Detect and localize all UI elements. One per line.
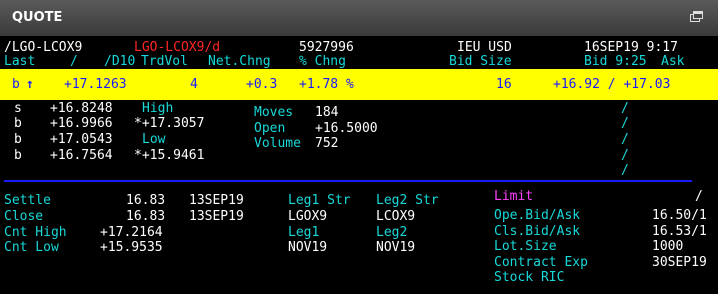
cnt-high-value: +17.2164 xyxy=(100,225,163,240)
bid-ask: +16.92 / +17.03 xyxy=(553,77,671,92)
settle-value: 16.83 xyxy=(126,193,166,208)
trade-price: +16.8248 xyxy=(50,101,113,116)
moves-label: Moves xyxy=(254,105,294,120)
slash-marker: / xyxy=(621,116,629,131)
settle-label: Settle xyxy=(4,193,51,208)
ope-bidask-label: Ope.Bid/Ask xyxy=(494,208,581,223)
limit-label: Limit xyxy=(494,189,534,204)
trade-type: b xyxy=(14,132,22,147)
close-label: Close xyxy=(4,209,44,224)
cnt-low-value: +15.9535 xyxy=(100,240,163,255)
lot-size-value: 1000 xyxy=(652,239,684,254)
trade-type: b xyxy=(14,116,22,131)
leg2-str-label: Leg2 Str xyxy=(376,193,439,208)
high-label: High xyxy=(142,101,174,116)
col-trdvol: TrdVol xyxy=(141,54,188,69)
col-bidtime: Bid 9:25 xyxy=(584,54,647,69)
ric-code: /LGO-LCOX9 xyxy=(4,40,83,55)
leg1-str-label: Leg1 Str xyxy=(288,193,351,208)
last-price: +17.1263 xyxy=(64,77,127,92)
chain-code[interactable]: LGO-LCOX9/d xyxy=(134,40,220,55)
col-last: Last xyxy=(4,54,36,69)
quote-datetime: 16SEP19 9:17 xyxy=(584,40,678,55)
close-date: 13SEP19 xyxy=(189,209,244,224)
lot-size-label: Lot.Size xyxy=(494,239,557,254)
low-label: Low xyxy=(142,132,166,147)
cls-bidask-label: Cls.Bid/Ask xyxy=(494,224,581,239)
col-pctchng: % Chng xyxy=(299,54,346,69)
slash-marker: / xyxy=(621,101,629,116)
high-value: *+17.3057 xyxy=(134,116,205,131)
close-value: 16.83 xyxy=(126,209,166,224)
popout-icon[interactable] xyxy=(690,11,703,22)
trade-price: +16.7564 xyxy=(50,148,113,163)
leg2-label: Leg2 xyxy=(376,225,408,240)
slash-marker: / xyxy=(621,148,629,163)
volume-value: 752 xyxy=(315,136,339,151)
leg2-str-value[interactable]: LCOX9 xyxy=(376,209,415,224)
section-divider xyxy=(4,180,692,182)
col-slash: / xyxy=(70,54,78,69)
contract-exp-value: 30SEP19 xyxy=(652,255,707,270)
quote-row: b ↑ +17.1263 4 +0.3 +1.78 % 16 +16.92 / … xyxy=(0,69,718,100)
instrument-code: 5927996 xyxy=(299,40,354,55)
net-change: +0.3 xyxy=(246,77,278,92)
open-label: Open xyxy=(254,121,286,136)
leg1-value: NOV19 xyxy=(288,240,328,255)
moves-value: 184 xyxy=(315,105,339,120)
leg2-value: NOV19 xyxy=(376,240,416,255)
slash-marker: / xyxy=(621,163,629,178)
trade-volume: 4 xyxy=(190,77,198,92)
trade-type: b xyxy=(14,148,22,163)
percent-change: +1.78 % xyxy=(299,77,354,92)
ope-bidask-value: 16.50/1 xyxy=(652,208,707,223)
low-value: *+15.9461 xyxy=(134,148,205,163)
cnt-high-label: Cnt High xyxy=(4,225,67,240)
leg1-label: Leg1 xyxy=(288,225,320,240)
trade-price: +17.0543 xyxy=(50,132,113,147)
volume-label: Volume xyxy=(254,136,301,151)
exchange-currency: IEU USD xyxy=(457,40,512,55)
settle-date: 13SEP19 xyxy=(189,193,244,208)
col-bidsize: Bid Size xyxy=(449,54,512,69)
window-title: QUOTE xyxy=(12,10,63,25)
cls-bidask-value: 16.53/1 xyxy=(652,224,707,239)
stock-ric-label: Stock RIC xyxy=(494,270,565,285)
bid-size: 16 xyxy=(496,77,512,92)
limit-value: / xyxy=(695,189,703,204)
cnt-low-label: Cnt Low xyxy=(4,240,59,255)
col-d10: /D10 xyxy=(104,54,136,69)
trade-type: s xyxy=(14,101,22,116)
col-ask: Ask xyxy=(661,54,685,69)
col-netchng: Net.Chng xyxy=(208,54,271,69)
trade-price: +16.9966 xyxy=(50,116,113,131)
leg1-str-value[interactable]: LGOX9 xyxy=(288,209,327,224)
slash-marker: / xyxy=(621,132,629,147)
title-bar: QUOTE xyxy=(0,0,718,36)
contract-exp-label: Contract Exp xyxy=(494,255,588,270)
up-arrow-icon: ↑ xyxy=(26,77,34,92)
open-value: +16.5000 xyxy=(315,121,378,136)
tick-type: b xyxy=(12,77,20,92)
